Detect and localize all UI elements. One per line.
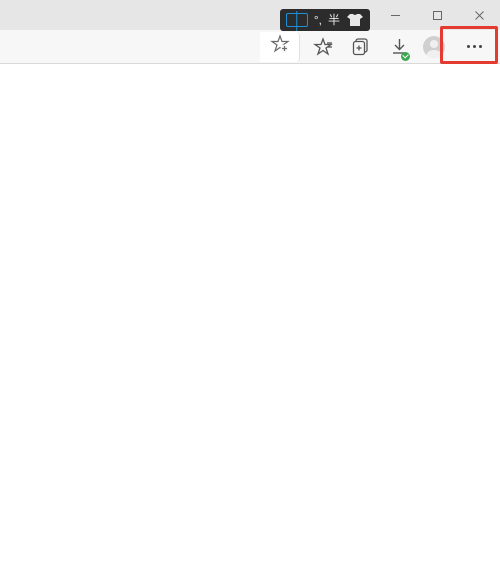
star-icon — [313, 37, 333, 57]
maximize-button[interactable] — [416, 0, 458, 30]
add-favorite-icon[interactable] — [270, 34, 290, 59]
collections-icon — [352, 37, 371, 56]
ime-punct: °, — [314, 14, 322, 26]
toolbar — [0, 30, 500, 64]
page-content — [0, 64, 500, 574]
more-icon — [467, 45, 482, 48]
minimize-button[interactable] — [374, 0, 416, 30]
title-bar: °, 半 — [0, 0, 500, 30]
avatar-icon — [423, 36, 445, 58]
ime-input-icon — [286, 13, 308, 27]
collections-button[interactable] — [342, 32, 380, 62]
address-bar-end — [260, 32, 300, 62]
download-complete-badge — [401, 52, 410, 61]
ime-indicator[interactable]: °, 半 — [280, 9, 370, 31]
profile-button[interactable] — [418, 32, 450, 62]
menu-button[interactable] — [450, 32, 498, 62]
close-button[interactable] — [458, 0, 500, 30]
downloads-button[interactable] — [380, 32, 418, 62]
tshirt-icon — [346, 13, 364, 27]
window-controls — [374, 0, 500, 30]
favorites-button[interactable] — [304, 32, 342, 62]
ime-mode: 半 — [328, 14, 340, 26]
